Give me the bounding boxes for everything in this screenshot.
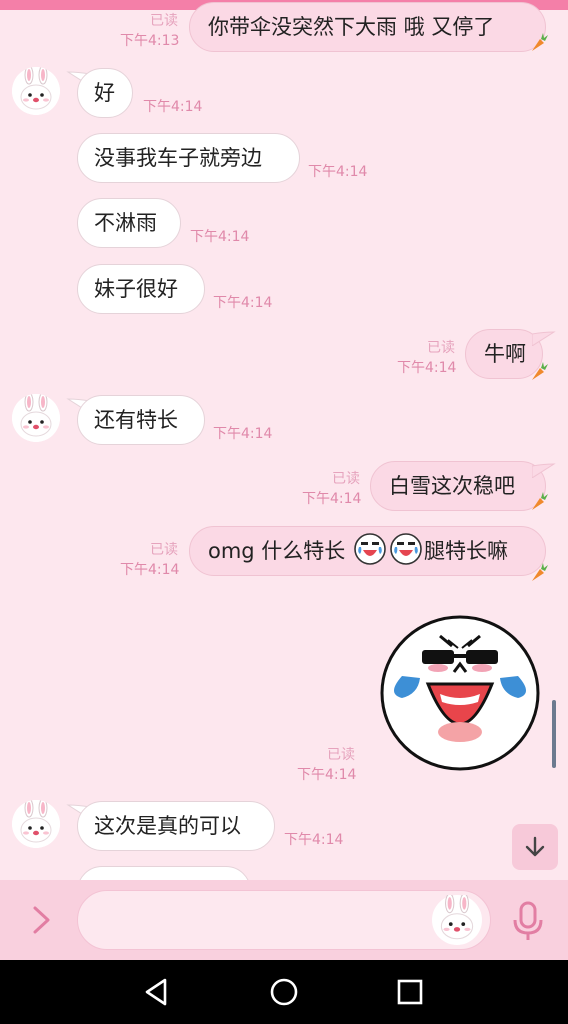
- scrollbar-thumb[interactable]: [552, 700, 556, 768]
- read-receipt: 已读: [327, 747, 355, 763]
- chevron-right-icon[interactable]: [26, 900, 56, 940]
- contact-avatar[interactable]: [12, 67, 60, 115]
- outgoing-message-bubble[interactable]: 白雪这次稳吧: [370, 461, 546, 511]
- bubble-tail: [532, 462, 556, 478]
- bunny-avatar-icon: [12, 67, 60, 115]
- message-text: 白雪这次稳吧: [389, 474, 515, 498]
- bubble-tail: [532, 330, 556, 346]
- message-text: 还有特长: [94, 408, 178, 432]
- circle-home-icon[interactable]: [266, 974, 302, 1010]
- message-input[interactable]: [98, 891, 438, 949]
- incoming-message-bubble[interactable]: [77, 866, 251, 880]
- message-time: 下午4:14: [120, 562, 180, 578]
- message-text: 不淋雨: [94, 211, 157, 235]
- message-time: 下午4:14: [302, 491, 362, 507]
- message-text: 没事我车子就旁边: [94, 146, 262, 170]
- message-time: 下午4:14: [143, 99, 203, 115]
- incoming-message-bubble[interactable]: 还有特长: [77, 395, 205, 445]
- incoming-message-bubble[interactable]: 没事我车子就旁边: [77, 133, 300, 183]
- square-recent-icon[interactable]: [392, 974, 428, 1010]
- chat-message-list[interactable]: 已读 下午4:13 你带伞没突然下大雨 哦 又停了 好 下午4:14 没事我车子…: [0, 0, 568, 880]
- contact-avatar[interactable]: [12, 800, 60, 848]
- message-time: 下午4:14: [297, 767, 357, 783]
- message-time: 下午4:14: [213, 426, 273, 442]
- incoming-message-bubble[interactable]: 好: [77, 68, 133, 118]
- bunny-avatar-icon: [12, 800, 60, 848]
- microphone-icon[interactable]: [510, 900, 546, 942]
- carrot-icon: [529, 31, 549, 53]
- incoming-message-bubble[interactable]: 不淋雨: [77, 198, 181, 248]
- outgoing-message-bubble[interactable]: omg 什么特长 腿特长嘛: [189, 526, 546, 576]
- message-input-bar: [0, 880, 568, 960]
- read-receipt: 已读: [150, 13, 178, 29]
- laughing-crying-emoji-icon: [354, 533, 386, 565]
- laughing-crying-emoji-icon: [390, 533, 422, 565]
- incoming-message-bubble[interactable]: 妹子很好: [77, 264, 205, 314]
- arrow-down-icon: [525, 836, 545, 857]
- message-text: omg 什么特长: [208, 539, 346, 563]
- carrot-icon: [529, 360, 549, 382]
- contact-avatar[interactable]: [12, 394, 60, 442]
- bunny-avatar-icon: [12, 394, 60, 442]
- triangle-back-icon[interactable]: [139, 974, 175, 1010]
- message-time: 下午4:14: [190, 229, 250, 245]
- message-text: 腿特长嘛: [424, 539, 508, 563]
- read-receipt: 已读: [150, 542, 178, 558]
- read-receipt: 已读: [427, 340, 455, 356]
- message-time: 下午4:14: [284, 832, 344, 848]
- carrot-icon: [529, 490, 549, 512]
- message-input-container: [77, 890, 491, 950]
- incoming-message-bubble[interactable]: 这次是真的可以: [77, 801, 275, 851]
- laughing-crying-face-sticker[interactable]: [378, 614, 542, 772]
- message-time: 下午4:14: [397, 360, 457, 376]
- bunny-sticker-icon[interactable]: [432, 895, 482, 945]
- message-text: 妹子很好: [94, 277, 178, 301]
- message-text: 牛啊: [484, 342, 526, 366]
- read-receipt: 已读: [332, 471, 360, 487]
- message-time: 下午4:13: [120, 33, 180, 49]
- message-text: 好: [94, 81, 115, 105]
- message-time: 下午4:14: [308, 164, 368, 180]
- carrot-icon: [529, 561, 549, 583]
- outgoing-message-bubble[interactable]: 你带伞没突然下大雨 哦 又停了: [189, 2, 546, 52]
- message-text: 这次是真的可以: [94, 814, 241, 838]
- message-time: 下午4:14: [213, 295, 273, 311]
- scroll-to-bottom-button[interactable]: [512, 824, 558, 870]
- system-navigation-bar: [0, 960, 568, 1024]
- message-text: 你带伞没突然下大雨 哦 又停了: [208, 15, 495, 39]
